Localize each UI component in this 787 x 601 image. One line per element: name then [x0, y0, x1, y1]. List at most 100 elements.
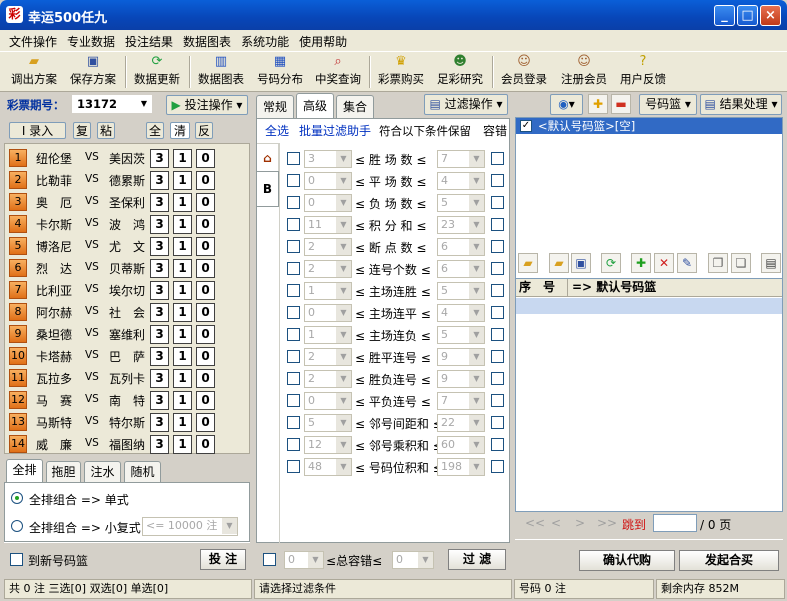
number-dist-button[interactable]: ▦ 号码分布	[253, 54, 307, 90]
filter-max-select[interactable]: 7 ▼	[437, 392, 485, 410]
odd-win[interactable]: 3	[150, 347, 169, 366]
match-number[interactable]: 8	[9, 303, 27, 321]
odd-win[interactable]: 3	[150, 369, 169, 388]
odd-win[interactable]: 3	[150, 149, 169, 168]
filter-min-select[interactable]: 0 ▼	[304, 392, 352, 410]
filter-tolerance-checkbox[interactable]	[491, 350, 504, 363]
paste-button[interactable]: 粘	[97, 122, 115, 139]
tab-banker[interactable]: 拖胆	[46, 461, 81, 483]
filter-tolerance-checkbox[interactable]	[491, 240, 504, 253]
basket-paste-button[interactable]: ❏	[731, 253, 751, 273]
filter-min-select[interactable]: 1 ▼	[304, 282, 352, 300]
max-bets-select[interactable]: <= 10000 注 ▼	[142, 517, 238, 536]
remove-basket-button[interactable]: ▬	[611, 94, 631, 114]
bet-button[interactable]: 投 注	[200, 549, 246, 570]
total-tol-max[interactable]: 0 ▼	[392, 551, 434, 569]
buy-ticket-button[interactable]: ♛ 彩票购买	[374, 54, 428, 90]
filter-button[interactable]: 过 滤	[448, 549, 506, 570]
odd-lose[interactable]: 0	[196, 259, 215, 278]
prize-query-button[interactable]: ⌕ 中奖查询	[311, 54, 365, 90]
filter-max-select[interactable]: 9 ▼	[437, 348, 485, 366]
register-button[interactable]: ☺ 注册会员	[557, 54, 611, 90]
basket-item[interactable]: ✓ <默认号码篮>[空]	[516, 118, 782, 134]
save-plan-button[interactable]: ▣ 保存方案	[66, 54, 120, 90]
match-number[interactable]: 3	[9, 193, 27, 211]
odd-draw[interactable]: 1	[173, 347, 192, 366]
filter-tolerance-checkbox[interactable]	[491, 262, 504, 275]
total-tol-min[interactable]: 0 ▼	[284, 551, 324, 569]
radio-single[interactable]	[11, 492, 23, 504]
odd-win[interactable]: 3	[150, 237, 169, 256]
odd-draw[interactable]: 1	[173, 413, 192, 432]
filter-tolerance-checkbox[interactable]	[491, 174, 504, 187]
odd-lose[interactable]: 0	[196, 325, 215, 344]
filter-checkbox[interactable]	[287, 240, 300, 253]
filter-tolerance-checkbox[interactable]	[491, 152, 504, 165]
odd-lose[interactable]: 0	[196, 215, 215, 234]
tab-full[interactable]: 全排	[6, 459, 43, 483]
filter-max-select[interactable]: 23 ▼	[437, 216, 485, 234]
filter-checkbox[interactable]	[287, 350, 300, 363]
football-research-button[interactable]: ☻ 足彩研究	[433, 54, 487, 90]
minimize-button[interactable]: _	[714, 5, 735, 26]
filter-max-select[interactable]: 7 ▼	[437, 150, 485, 168]
basket-view-button[interactable]: ▤	[761, 253, 781, 273]
filter-max-select[interactable]: 5 ▼	[437, 326, 485, 344]
menu-system[interactable]: 系统功能	[236, 30, 294, 50]
filter-min-select[interactable]: 0 ▼	[304, 304, 352, 322]
odd-lose[interactable]: 0	[196, 435, 215, 454]
odd-win[interactable]: 3	[150, 215, 169, 234]
filter-checkbox[interactable]	[287, 460, 300, 473]
filter-checkbox[interactable]	[287, 306, 300, 319]
filter-operation-button[interactable]: ▤ 过滤操作 ▾	[424, 94, 508, 115]
filter-min-select[interactable]: 3 ▼	[304, 150, 352, 168]
filter-max-select[interactable]: 198 ▼	[437, 458, 485, 476]
result-op-button[interactable]: ▤ 结果处理 ▾	[700, 94, 782, 115]
odd-win[interactable]: 3	[150, 281, 169, 300]
menu-file[interactable]: 文件操作	[4, 30, 62, 50]
filter-max-select[interactable]: 60 ▼	[437, 436, 485, 454]
group-buy-button[interactable]: 发起合买	[679, 550, 779, 571]
odd-lose[interactable]: 0	[196, 369, 215, 388]
basket-save-button[interactable]: ▣	[571, 253, 591, 273]
filter-tolerance-checkbox[interactable]	[491, 438, 504, 451]
odd-lose[interactable]: 0	[196, 193, 215, 212]
match-number[interactable]: 2	[9, 171, 27, 189]
basket-copy-button[interactable]: ❐	[708, 253, 728, 273]
data-chart-button[interactable]: ▥ 数据图表	[194, 54, 248, 90]
filter-tolerance-checkbox[interactable]	[491, 218, 504, 231]
select-all-button[interactable]: 全	[146, 122, 164, 139]
odd-lose[interactable]: 0	[196, 391, 215, 410]
basket-select[interactable]: 号码篮 ▾	[639, 94, 697, 115]
filter-checkbox[interactable]	[287, 372, 300, 385]
filter-checkbox[interactable]	[287, 174, 300, 187]
filter-checkbox[interactable]	[287, 394, 300, 407]
load-plan-button[interactable]: ▰ 调出方案	[8, 54, 60, 90]
to-new-basket-checkbox[interactable]	[10, 553, 23, 566]
total-tol-checkbox[interactable]	[263, 553, 276, 566]
odd-win[interactable]: 3	[150, 325, 169, 344]
odd-lose[interactable]: 0	[196, 281, 215, 300]
match-number[interactable]: 5	[9, 237, 27, 255]
page-input[interactable]	[653, 514, 697, 532]
odd-win[interactable]: 3	[150, 193, 169, 212]
jump-link[interactable]: 跳到	[622, 516, 646, 533]
filter-max-select[interactable]: 4 ▼	[437, 172, 485, 190]
odd-draw[interactable]: 1	[173, 149, 192, 168]
match-number[interactable]: 9	[9, 325, 27, 343]
filter-min-select[interactable]: 0 ▼	[304, 194, 352, 212]
odd-lose[interactable]: 0	[196, 237, 215, 256]
entry-button[interactable]: I 录入	[9, 122, 66, 139]
filter-min-select[interactable]: 1 ▼	[304, 326, 352, 344]
maximize-button[interactable]: □	[737, 5, 758, 26]
filter-tolerance-checkbox[interactable]	[491, 460, 504, 473]
basket-menu-button[interactable]: ◉▾	[550, 94, 583, 115]
filter-min-select[interactable]: 48 ▼	[304, 458, 352, 476]
table-row[interactable]	[516, 298, 782, 314]
filter-checkbox[interactable]	[287, 438, 300, 451]
odd-win[interactable]: 3	[150, 171, 169, 190]
radio-multi[interactable]	[11, 520, 23, 532]
basket-delete-button[interactable]: ✕	[654, 253, 674, 273]
basket-add-button[interactable]: ✚	[631, 253, 651, 273]
odd-draw[interactable]: 1	[173, 435, 192, 454]
